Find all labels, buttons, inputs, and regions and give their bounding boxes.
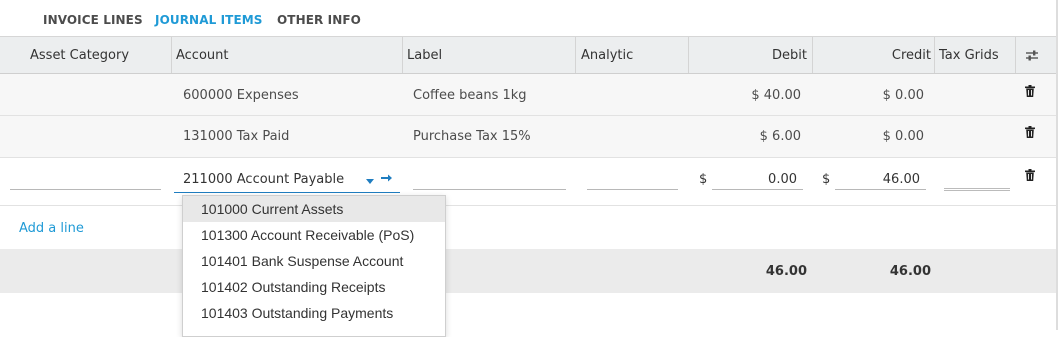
- total-credit: 46.00: [889, 264, 931, 279]
- total-debit: 46.00: [765, 264, 807, 279]
- dropdown-option[interactable]: 101403 Outstanding Payments: [183, 300, 445, 326]
- tab-journal-items[interactable]: JOURNAL ITEMS: [155, 13, 263, 27]
- row-label: Coffee beans 1kg: [413, 88, 527, 103]
- col-asset-category[interactable]: Asset Category: [30, 48, 129, 63]
- caret-down-icon[interactable]: [366, 179, 374, 184]
- label-input[interactable]: [413, 189, 566, 190]
- trash-icon[interactable]: [1025, 126, 1035, 138]
- totals-footer: 46.00 46.00: [0, 249, 1056, 293]
- edit-row: $ 0.00 $ 46.00: [0, 158, 1056, 206]
- debit-input[interactable]: [712, 189, 803, 190]
- analytic-input[interactable]: [587, 189, 678, 190]
- table-header: Asset Category Account Label Analytic De…: [0, 36, 1056, 74]
- column-divider: [934, 37, 935, 73]
- debit-value: 0.00: [768, 172, 797, 187]
- table-row[interactable]: 131000 Tax Paid Purchase Tax 15% $ 6.00 …: [0, 116, 1056, 158]
- row-debit: $ 6.00: [759, 129, 801, 144]
- col-tax-grids[interactable]: Tax Grids: [939, 48, 999, 63]
- credit-value: 46.00: [882, 172, 920, 187]
- tab-invoice-lines[interactable]: INVOICE LINES: [43, 13, 143, 27]
- column-divider: [402, 37, 403, 73]
- row-debit: $ 40.00: [751, 88, 801, 103]
- account-input[interactable]: 211000 Account Payable: [174, 170, 400, 193]
- account-autocomplete-dropdown: 101000 Current Assets 101300 Account Rec…: [182, 195, 446, 337]
- dropdown-option[interactable]: 101402 Outstanding Receipts: [183, 274, 445, 300]
- row-credit: $ 0.00: [882, 129, 924, 144]
- dropdown-option[interactable]: 101000 Current Assets: [183, 196, 445, 222]
- add-line-link[interactable]: Add a line: [19, 221, 84, 236]
- row-account: 131000 Tax Paid: [183, 129, 290, 144]
- trash-icon[interactable]: [1025, 169, 1035, 181]
- row-account: 600000 Expenses: [183, 88, 299, 103]
- column-divider: [171, 37, 172, 73]
- credit-input[interactable]: [835, 189, 926, 190]
- col-credit[interactable]: Credit: [820, 48, 931, 63]
- column-settings-icon[interactable]: [1025, 49, 1039, 61]
- trash-icon[interactable]: [1025, 85, 1035, 97]
- external-link-arrow-icon[interactable]: [381, 173, 392, 183]
- credit-currency: $: [822, 172, 831, 187]
- tax-grids-input[interactable]: [944, 188, 1010, 191]
- column-divider: [1015, 37, 1016, 73]
- tab-other-info[interactable]: OTHER INFO: [277, 13, 361, 27]
- dropdown-option[interactable]: 101401 Bank Suspense Account: [183, 248, 445, 274]
- col-label[interactable]: Label: [407, 48, 442, 63]
- col-account[interactable]: Account: [176, 48, 229, 63]
- row-credit: $ 0.00: [882, 88, 924, 103]
- debit-currency: $: [699, 172, 708, 187]
- asset-category-input[interactable]: [10, 189, 161, 190]
- column-divider: [688, 37, 689, 73]
- dropdown-option[interactable]: 101300 Account Receivable (PoS): [183, 222, 445, 248]
- col-analytic[interactable]: Analytic: [581, 48, 633, 63]
- account-input-value: 211000 Account Payable: [183, 172, 345, 187]
- col-debit[interactable]: Debit: [700, 48, 807, 63]
- column-divider: [575, 37, 576, 73]
- column-divider: [812, 37, 813, 73]
- notebook-tabs: INVOICE LINES JOURNAL ITEMS OTHER INFO: [27, 0, 363, 37]
- row-label: Purchase Tax 15%: [413, 129, 531, 144]
- table-row[interactable]: 600000 Expenses Coffee beans 1kg $ 40.00…: [0, 74, 1056, 116]
